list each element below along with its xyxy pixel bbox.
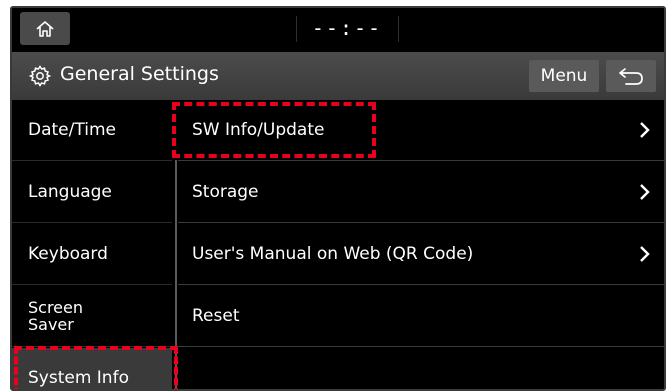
infotainment-screen: --:-- General Settings Menu Date/Time La… xyxy=(10,6,666,391)
settings-list: SW Info/Update Storage User's Manual on … xyxy=(178,100,664,389)
sidebar-item-label: Language xyxy=(28,182,112,202)
title-bar: General Settings Menu xyxy=(12,52,664,100)
sidebar-item-label: Keyboard xyxy=(28,244,108,264)
list-item-label: Storage xyxy=(192,182,259,202)
list-item-label: User's Manual on Web (QR Code) xyxy=(192,244,474,264)
sidebar-item-date-time[interactable]: Date/Time xyxy=(12,100,172,161)
list-item-storage[interactable]: Storage xyxy=(178,162,664,223)
chevron-right-icon xyxy=(640,184,650,200)
sidebar-item-label: Date/Time xyxy=(28,120,116,140)
sidebar-item-screen-saver[interactable]: Screen Saver xyxy=(12,286,172,347)
list-item-sw-info-update[interactable]: SW Info/Update xyxy=(178,100,664,161)
column-divider xyxy=(175,160,177,389)
list-item-users-manual[interactable]: User's Manual on Web (QR Code) xyxy=(178,224,664,285)
list-item-reset[interactable]: Reset xyxy=(178,286,664,347)
chevron-right-icon xyxy=(640,122,650,138)
home-button[interactable] xyxy=(20,12,70,45)
sidebar-item-language[interactable]: Language xyxy=(12,162,172,223)
sidebar-item-keyboard[interactable]: Keyboard xyxy=(12,224,172,285)
sidebar-item-system-info[interactable]: System Info xyxy=(12,348,172,389)
clock: --:-- xyxy=(311,16,383,40)
menu-button[interactable]: Menu xyxy=(529,60,599,92)
chevron-right-icon xyxy=(640,246,650,262)
back-button[interactable] xyxy=(606,60,656,92)
status-bar: --:-- xyxy=(12,8,664,50)
settings-sidebar: Date/Time Language Keyboard Screen Saver… xyxy=(12,100,172,389)
sidebar-item-label: System Info xyxy=(28,368,129,388)
list-item-label: SW Info/Update xyxy=(192,120,325,140)
page-title: General Settings xyxy=(60,63,219,85)
home-icon xyxy=(36,20,54,37)
gear-icon xyxy=(28,65,52,87)
status-divider xyxy=(398,16,399,42)
list-item-label: Reset xyxy=(192,306,240,326)
sidebar-item-label: Screen Saver xyxy=(28,298,84,334)
back-arrow-icon xyxy=(619,68,643,85)
